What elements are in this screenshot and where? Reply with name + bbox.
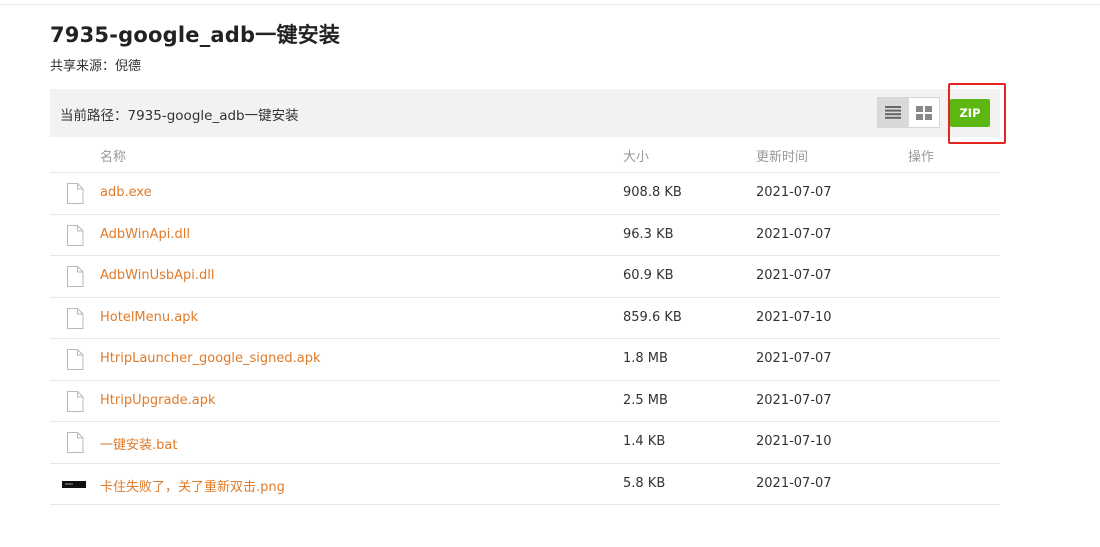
list-icon <box>885 106 902 119</box>
file-name-link[interactable]: 一键安装.bat <box>100 434 177 453</box>
file-icon <box>67 183 84 204</box>
header-updated: 更新时间 <box>756 150 809 165</box>
file-size: 60.9 KB <box>623 268 674 283</box>
file-name-link[interactable]: 卡住失败了，关了重新双击.png <box>100 476 285 495</box>
grid-view-button[interactable] <box>909 98 940 127</box>
path-bar: 当前路径：7935-google_adb一键安装 ZIP <box>50 89 1000 137</box>
file-size: 1.4 KB <box>623 434 666 449</box>
image-thumbnail-icon <box>62 480 86 488</box>
file-name-link[interactable]: HtripLauncher_google_signed.apk <box>100 351 321 366</box>
table-row: HotelMenu.apk 859.6 KB 2021-07-10 <box>50 298 1000 339</box>
file-icon <box>67 432 84 453</box>
file-date: 2021-07-07 <box>756 392 832 408</box>
file-size: 908.8 KB <box>623 185 682 200</box>
page-title: 7935-google_adb一键安装 <box>50 23 341 47</box>
table-row: HtripLauncher_google_signed.apk 1.8 MB 2… <box>50 339 1000 381</box>
table-row: HtripUpgrade.apk 2.5 MB 2021-07-07 <box>50 381 1000 422</box>
file-date: 2021-07-10 <box>756 434 832 449</box>
file-name-link[interactable]: HtripUpgrade.apk <box>100 393 216 408</box>
file-icon <box>67 349 84 370</box>
header-name: 名称 <box>100 150 127 165</box>
grid-icon <box>915 105 932 120</box>
file-name-link[interactable]: adb.exe <box>100 185 152 200</box>
file-size: 2.5 MB <box>623 392 668 408</box>
header-action: 操作 <box>908 150 935 165</box>
file-name-link[interactable]: HotelMenu.apk <box>100 310 198 325</box>
file-icon <box>67 390 84 412</box>
file-size: 5.8 KB <box>623 475 666 491</box>
file-date: 2021-07-10 <box>756 309 832 325</box>
file-icon <box>67 224 84 246</box>
table-header: 名称 大小 更新时间 操作 <box>50 137 1000 173</box>
list-view-button[interactable] <box>878 98 909 127</box>
table-row: AdbWinUsbApi.dll 60.9 KB 2021-07-07 <box>50 256 1000 298</box>
share-source: 共享来源：倪德 <box>50 59 142 74</box>
file-name-link[interactable]: AdbWinApi.dll <box>100 227 190 242</box>
highlight-box <box>948 83 1006 144</box>
file-date: 2021-07-07 <box>756 351 832 366</box>
file-size: 1.8 MB <box>623 351 668 366</box>
header-size: 大小 <box>623 150 650 165</box>
table-row: AdbWinApi.dll 96.3 KB 2021-07-07 <box>50 215 1000 256</box>
file-date: 2021-07-07 <box>756 226 832 242</box>
file-size: 859.6 KB <box>623 309 682 325</box>
file-size: 96.3 KB <box>623 226 674 242</box>
file-date: 2021-07-07 <box>756 268 832 283</box>
current-path: 当前路径：7935-google_adb一键安装 <box>60 108 299 124</box>
file-date: 2021-07-07 <box>756 475 832 491</box>
view-toggle <box>877 97 940 128</box>
file-list: adb.exe 908.8 KB 2021-07-07 AdbWinApi.dl… <box>50 173 1000 505</box>
file-icon <box>67 307 84 329</box>
file-icon <box>67 266 84 287</box>
file-name-link[interactable]: AdbWinUsbApi.dll <box>100 268 215 283</box>
table-row: 卡住失败了，关了重新双击.png 5.8 KB 2021-07-07 <box>50 464 1000 505</box>
file-date: 2021-07-07 <box>756 185 832 200</box>
top-border <box>0 0 1100 5</box>
table-row: 一键安装.bat 1.4 KB 2021-07-10 <box>50 422 1000 464</box>
table-row: adb.exe 908.8 KB 2021-07-07 <box>50 173 1000 215</box>
